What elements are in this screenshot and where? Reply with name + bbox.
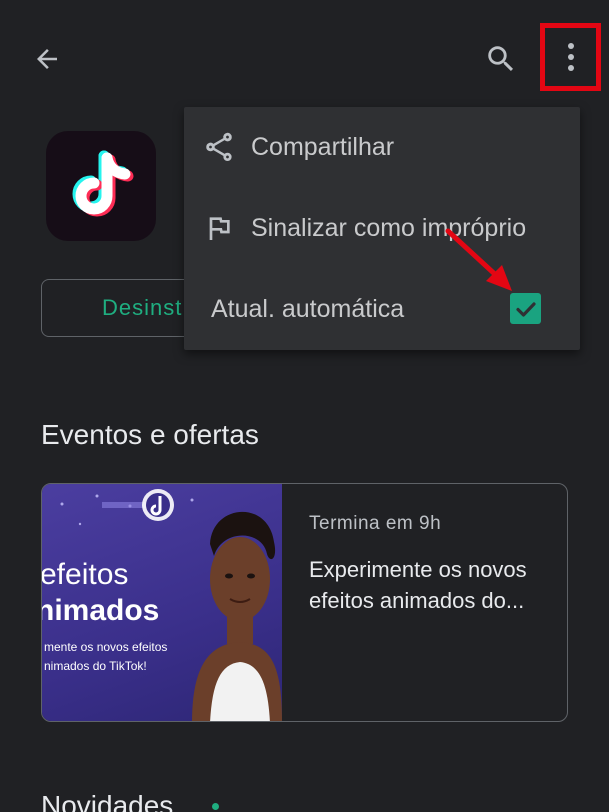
share-icon [201, 129, 237, 165]
new-indicator-dot [212, 803, 219, 810]
arrow-left-icon [37, 49, 57, 69]
more-vert-icon [567, 43, 574, 71]
event-description-line-1: Experimente os novos [309, 557, 527, 582]
menu-item-auto-update[interactable]: Atual. automática [184, 269, 580, 349]
checkmark-icon [515, 301, 536, 317]
menu-item-report[interactable]: Sinalizar como impróprio [184, 188, 580, 268]
app-details-screen: Desinst Compartilhar Sinalizar como impr… [0, 0, 609, 812]
event-time-remaining: Termina em 9h [309, 513, 442, 534]
event-description-line-2: efeitos animados do... [309, 588, 525, 613]
tiktok-logo [72, 150, 134, 217]
back-button[interactable] [22, 36, 72, 82]
overflow-menu: Compartilhar Sinalizar como impróprio At… [184, 107, 580, 350]
event-image: efeitos nimados mente os novos efeitos n… [42, 484, 282, 721]
flag-icon [201, 210, 237, 246]
menu-item-label: Atual. automática [211, 294, 405, 323]
app-icon[interactable] [46, 131, 156, 241]
promo-subtext-1: mente os novos efeitos [44, 640, 168, 654]
whats-new-title: Novidades [41, 790, 174, 812]
menu-item-share[interactable]: Compartilhar [184, 107, 580, 187]
search-icon [488, 46, 514, 72]
promo-headline-1: efeitos [42, 558, 129, 591]
uninstall-label: Desinst [102, 295, 183, 320]
promo-subtext-2: nimados do TikTok! [44, 659, 147, 673]
red-arrow-annotation [445, 228, 512, 291]
event-description: Experimente os novos efeitos animados do… [309, 554, 549, 616]
promo-headline-2: nimados [42, 594, 160, 627]
event-card[interactable]: efeitos nimados mente os novos efeitos n… [41, 483, 568, 722]
search-button[interactable] [476, 36, 526, 82]
menu-item-label: Compartilhar [251, 132, 395, 161]
more-options-button[interactable] [540, 23, 601, 91]
events-section-title: Eventos e ofertas [41, 419, 259, 450]
